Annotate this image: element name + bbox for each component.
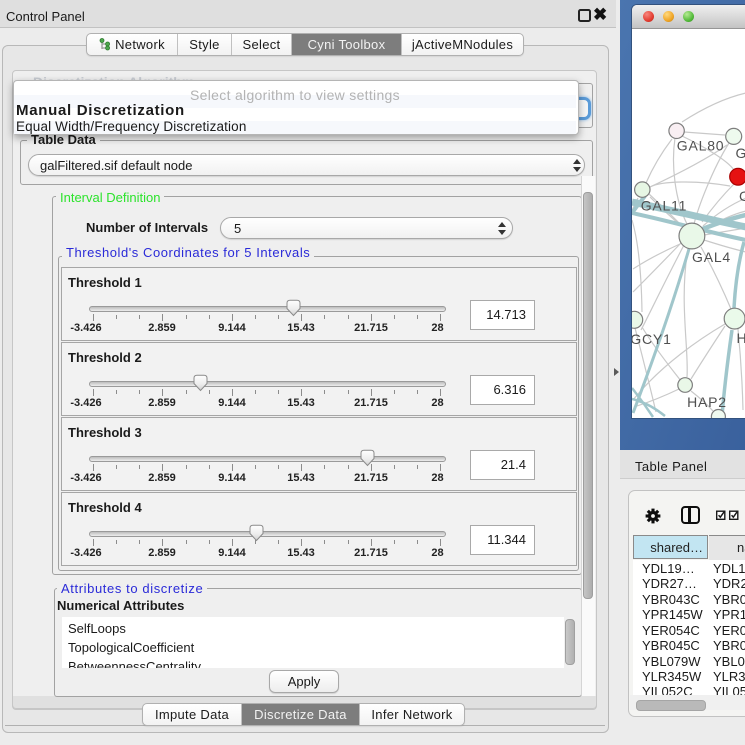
svg-text:C: C bbox=[739, 188, 745, 204]
svg-text:GA: GA bbox=[736, 145, 745, 161]
svg-text:GAL80: GAL80 bbox=[677, 137, 725, 153]
svg-text:GAL4: GAL4 bbox=[692, 249, 731, 265]
svg-text:H: H bbox=[737, 330, 745, 346]
svg-text:HAP2: HAP2 bbox=[687, 394, 727, 410]
svg-text:GAL11: GAL11 bbox=[641, 198, 688, 214]
svg-text:GCY1: GCY1 bbox=[632, 331, 672, 347]
